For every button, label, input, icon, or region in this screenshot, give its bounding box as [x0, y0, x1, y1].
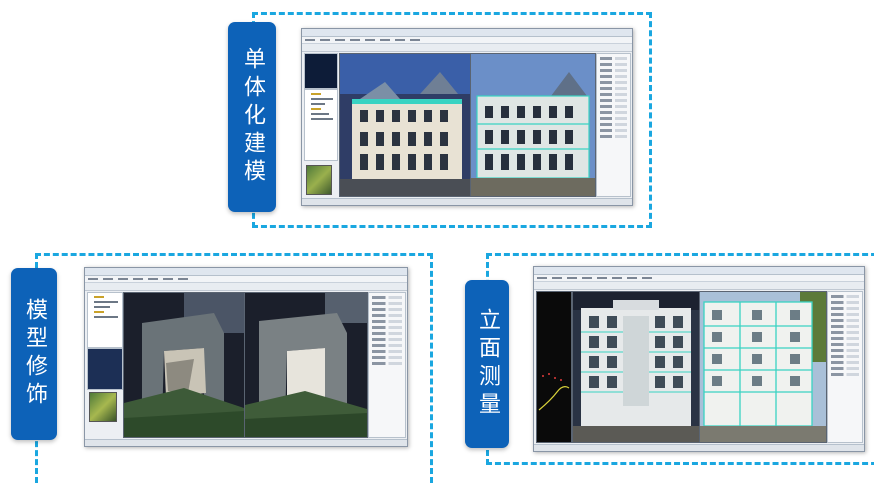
label-facade-measurement: 立面测量	[465, 280, 509, 448]
properties-panel[interactable]	[827, 291, 863, 443]
chart-icon	[537, 292, 571, 442]
building-view-icon	[124, 293, 244, 437]
app-window-modeling	[301, 28, 633, 206]
label-text: 模型修饰	[22, 298, 47, 410]
app-window-refinement	[84, 267, 408, 447]
viewport-left[interactable]	[123, 292, 245, 438]
building-view-icon	[573, 292, 699, 442]
viewport-left[interactable]	[339, 53, 471, 197]
title-bar	[302, 29, 632, 37]
minimap-panel	[304, 53, 338, 89]
label-model-refinement: 模型修饰	[11, 268, 57, 440]
building-view-icon	[700, 292, 826, 442]
status-bar	[534, 444, 864, 451]
viewport-right[interactable]	[470, 53, 596, 197]
building-view-icon	[340, 54, 470, 196]
toolbar	[302, 44, 632, 59]
toolbar	[534, 282, 864, 297]
texture-thumbnail	[89, 392, 117, 422]
toolbar	[85, 283, 407, 298]
label-text: 单体化建模	[240, 47, 265, 187]
viewport-right[interactable]	[244, 292, 368, 438]
viewport-right[interactable]	[699, 291, 827, 443]
status-bar	[85, 439, 407, 446]
scene-tree-panel[interactable]	[87, 292, 123, 348]
properties-panel[interactable]	[596, 53, 631, 197]
viewport-left[interactable]	[572, 291, 700, 443]
minimap-panel	[87, 348, 123, 390]
status-bar	[302, 198, 632, 205]
title-bar	[534, 267, 864, 275]
properties-panel[interactable]	[368, 292, 406, 438]
profile-view[interactable]	[536, 291, 572, 443]
app-window-measurement	[533, 266, 865, 452]
label-single-building-modeling: 单体化建模	[228, 22, 276, 212]
texture-thumbnail	[306, 165, 332, 195]
building-view-icon	[245, 293, 367, 437]
menu-bar	[302, 37, 632, 44]
menu-bar	[534, 275, 864, 282]
menu-bar	[85, 276, 407, 283]
building-view-icon	[471, 54, 595, 196]
scene-tree-panel[interactable]	[304, 89, 338, 161]
title-bar	[85, 268, 407, 276]
label-text: 立面测量	[475, 308, 500, 420]
